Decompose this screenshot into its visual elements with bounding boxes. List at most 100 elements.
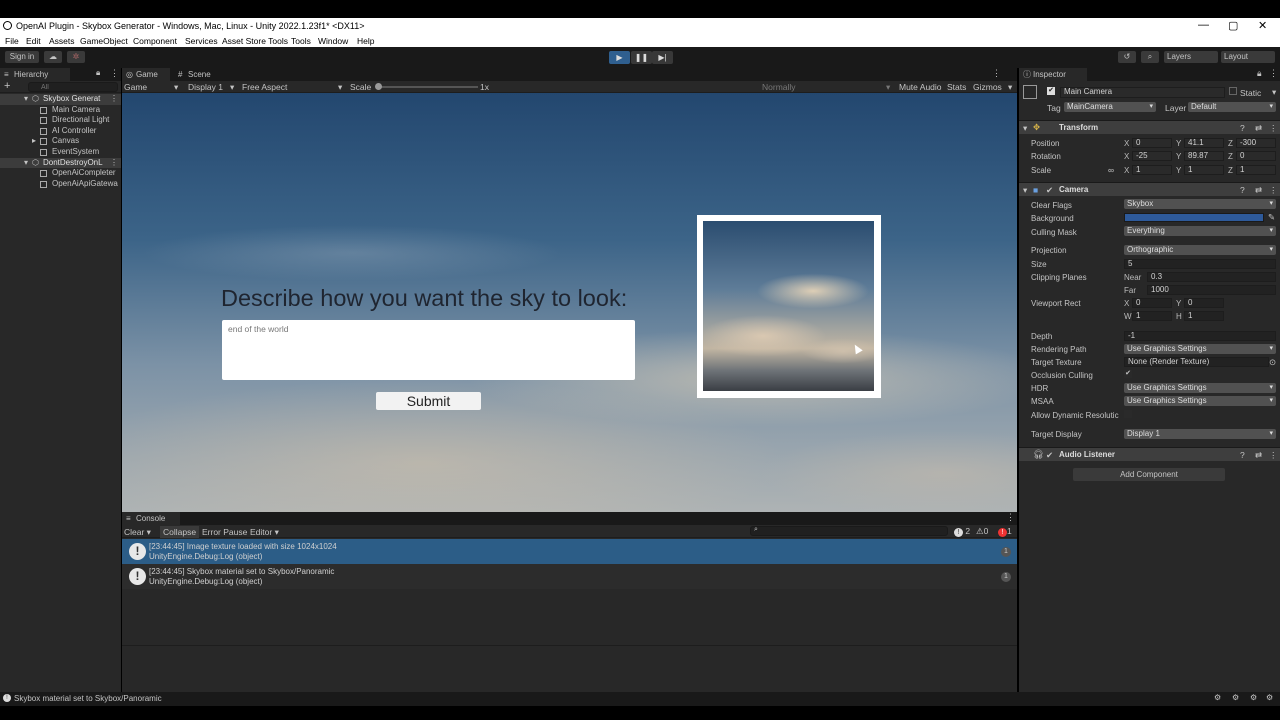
transform-header[interactable]: ▾ ✥ Transform ? ⇄ ⋮ <box>1019 120 1280 134</box>
clear-button[interactable]: Clear ▾ <box>124 527 151 538</box>
game-mode-dropdown[interactable]: Game ▾ <box>124 82 182 92</box>
aspect-dropdown[interactable]: Free Aspect ▾ <box>242 82 347 92</box>
foldout-icon[interactable]: ▾ <box>1023 185 1027 196</box>
foldout-icon[interactable]: ▾ <box>1023 123 1027 134</box>
viewport-h-field[interactable]: 1 <box>1184 311 1224 321</box>
game-more-icon[interactable]: ⋮ <box>992 68 1001 79</box>
foldout-icon[interactable]: ▾ <box>24 158 28 169</box>
prompt-input[interactable]: end of the world <box>222 320 635 380</box>
hierarchy-item[interactable]: Main Camera <box>0 105 121 116</box>
hierarchy-scene[interactable]: ▾ ⬡ DontDestroyOnL ⋮ <box>0 157 121 169</box>
culling-mask-dropdown[interactable]: Everything <box>1124 226 1276 236</box>
eyedropper-icon[interactable]: ✎ <box>1268 212 1275 223</box>
scale-y-field[interactable]: 1 <box>1184 165 1224 175</box>
position-z-field[interactable]: -300 <box>1236 138 1276 148</box>
hierarchy-item[interactable]: Directional Light <box>0 115 121 126</box>
active-checkbox[interactable]: ✔ <box>1047 87 1055 95</box>
scale-x-field[interactable]: 1 <box>1132 165 1172 175</box>
lock-icon[interactable]: 🔒︎ <box>96 68 100 78</box>
projection-dropdown[interactable]: Orthographic <box>1124 245 1276 255</box>
component-menu-icon[interactable]: ⋮ <box>1269 450 1278 461</box>
warning-count[interactable]: ⚠0 <box>976 526 988 537</box>
tag-dropdown[interactable]: MainCamera <box>1064 102 1156 112</box>
depth-field[interactable]: -1 <box>1124 331 1276 341</box>
add-icon[interactable]: + <box>4 80 10 92</box>
scene-menu-icon[interactable]: ⋮ <box>110 94 118 105</box>
stats-toggle[interactable]: Stats <box>947 82 966 92</box>
info-count[interactable]: ! 2 <box>954 526 970 537</box>
mute-audio-toggle[interactable]: Mute Audio <box>899 82 942 92</box>
rotation-z-field[interactable]: 0 <box>1236 151 1276 161</box>
viewport-x-field[interactable]: 0 <box>1132 298 1172 308</box>
menu-assets[interactable]: Assets <box>49 36 75 46</box>
msaa-dropdown[interactable]: Use Graphics Settings <box>1124 396 1276 406</box>
close-button[interactable]: ✕ <box>1258 19 1267 32</box>
allow-dynamic-resolution-checkbox[interactable] <box>1124 410 1132 418</box>
occlusion-culling-checkbox[interactable]: ✔ <box>1124 370 1132 378</box>
viewport-w-field[interactable]: 1 <box>1132 311 1172 321</box>
hierarchy-item[interactable]: OpenAiCompleter <box>0 168 121 179</box>
hierarchy-item[interactable]: AI Controller <box>0 126 121 137</box>
clear-flags-dropdown[interactable]: Skybox <box>1124 199 1276 209</box>
minimize-button[interactable]: — <box>1198 19 1209 31</box>
foldout-icon[interactable]: ▸ <box>32 136 36 147</box>
hierarchy-item[interactable]: EventSystem <box>0 147 121 158</box>
console-entry[interactable]: ! [23:44:45] Image texture loaded with s… <box>122 539 1017 564</box>
audio-listener-header[interactable]: 🎧︎ ✔ Audio Listener ? ⇄ ⋮ <box>1019 447 1280 461</box>
play-focus-dropdown[interactable]: Normally ▾ <box>762 82 892 92</box>
rendering-path-dropdown[interactable]: Use Graphics Settings <box>1124 344 1276 354</box>
cloud-icon[interactable]: ☁ <box>44 51 62 63</box>
menu-tools[interactable]: Tools <box>291 36 311 46</box>
component-menu-icon[interactable]: ⋮ <box>1269 185 1278 196</box>
settings-icon[interactable]: ⚙ <box>1266 693 1273 702</box>
progress-icon[interactable]: ⚙ <box>1250 693 1257 702</box>
camera-header[interactable]: ▾ ■ ✔ Camera ? ⇄ ⋮ <box>1019 182 1280 196</box>
foldout-icon[interactable]: ▾ <box>24 94 28 105</box>
console-search-input[interactable]: ⌕ <box>750 526 948 536</box>
target-display-dropdown[interactable]: Display 1 <box>1124 429 1276 439</box>
position-x-field[interactable]: 0 <box>1132 138 1172 148</box>
layers-dropdown[interactable]: Layers <box>1164 51 1218 63</box>
play-button[interactable]: ▶ <box>609 51 630 64</box>
console-entry[interactable]: ! [23:44:45] Skybox material set to Skyb… <box>122 564 1017 589</box>
menu-window[interactable]: Window <box>318 36 348 46</box>
add-component-button[interactable]: Add Component <box>1073 468 1225 481</box>
network-icon[interactable]: ⚙ <box>1214 693 1221 702</box>
menu-help[interactable]: Help <box>357 36 374 46</box>
hierarchy-scene[interactable]: ▾ ⬡ Skybox Generat ⋮ <box>0 94 121 105</box>
tab-game[interactable]: ◎ Game <box>122 68 170 81</box>
object-picker-icon[interactable]: ⊙ <box>1269 357 1276 368</box>
sign-in-button[interactable]: Sign in <box>5 51 39 63</box>
search-icon[interactable]: ⌕ <box>1141 51 1159 63</box>
static-dropdown-icon[interactable]: ▾ <box>1272 87 1276 98</box>
link-icon[interactable]: ∞ <box>1108 165 1114 175</box>
help-icon[interactable]: ? <box>1240 123 1245 133</box>
preset-icon[interactable]: ⇄ <box>1255 185 1262 196</box>
collab-icon[interactable]: ✲ <box>67 51 85 63</box>
component-menu-icon[interactable]: ⋮ <box>1269 123 1278 134</box>
target-texture-field[interactable]: None (Render Texture) <box>1124 357 1269 367</box>
menu-asset-store-tools[interactable]: Asset Store Tools <box>222 36 288 46</box>
static-checkbox[interactable] <box>1229 87 1237 95</box>
display-dropdown[interactable]: Display 1 ▾ <box>188 82 238 92</box>
layout-dropdown[interactable]: Layout <box>1221 51 1275 63</box>
preset-icon[interactable]: ⇄ <box>1255 450 1262 461</box>
menu-file[interactable]: File <box>5 36 19 46</box>
rotation-x-field[interactable]: -25 <box>1132 151 1172 161</box>
error-count[interactable]: ! 1 <box>998 526 1012 537</box>
hierarchy-item[interactable]: OpenAiApiGatewa <box>0 179 121 190</box>
history-icon[interactable]: ↺ <box>1118 51 1136 63</box>
tab-hierarchy[interactable]: ≡ Hierarchy <box>0 68 70 81</box>
hdr-dropdown[interactable]: Use Graphics Settings <box>1124 383 1276 393</box>
size-field[interactable]: 5 <box>1124 259 1276 269</box>
lock-icon[interactable]: 🔒︎ <box>1257 68 1262 79</box>
gizmos-dropdown[interactable]: Gizmos ▾ <box>973 82 1015 92</box>
tab-console[interactable]: ≡ Console <box>122 512 180 525</box>
near-field[interactable]: 0.3 <box>1147 272 1276 282</box>
background-color-field[interactable] <box>1124 213 1264 222</box>
rotation-y-field[interactable]: 89.87 <box>1184 151 1224 161</box>
collapse-toggle[interactable]: Collapse <box>160 526 200 538</box>
layer-dropdown[interactable]: Default <box>1188 102 1276 112</box>
tab-inspector[interactable]: ⓘ Inspector <box>1019 68 1087 81</box>
menu-gameobject[interactable]: GameObject <box>80 36 128 46</box>
